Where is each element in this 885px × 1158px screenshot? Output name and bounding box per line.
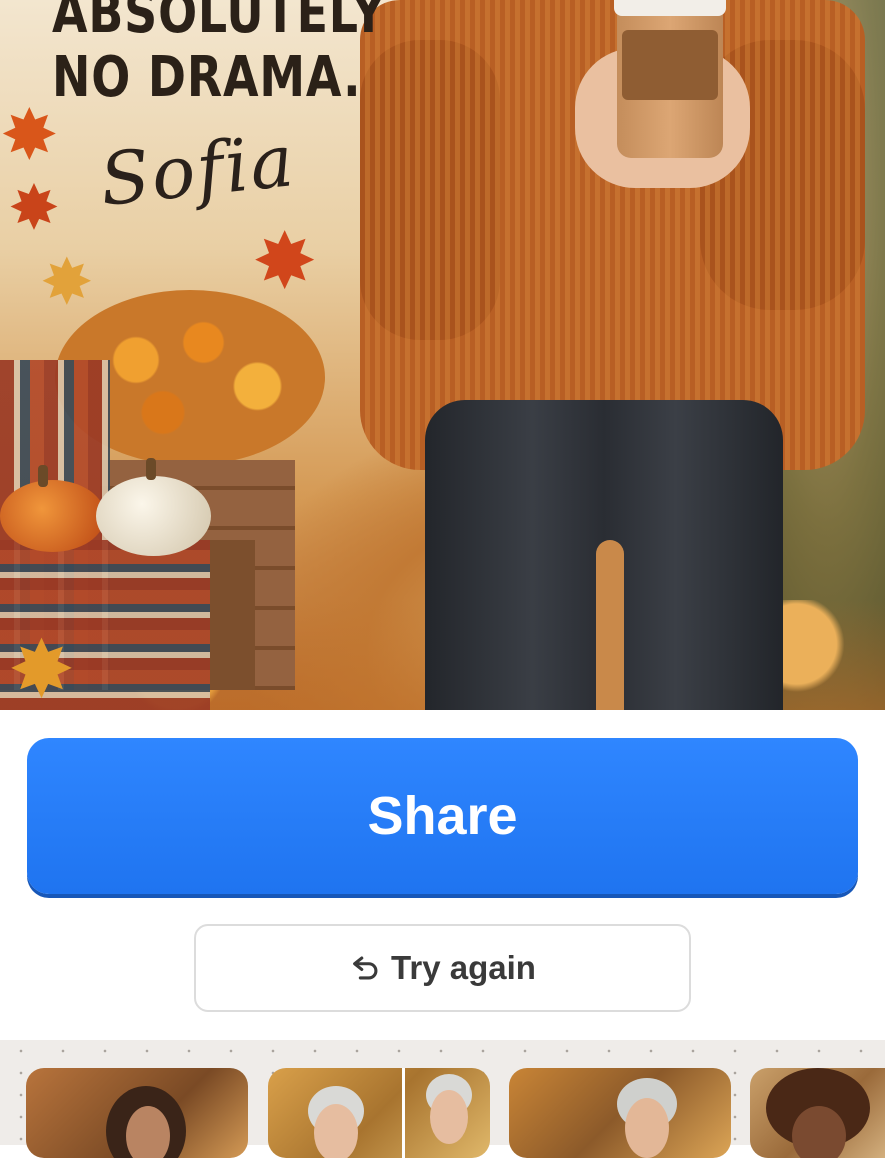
jeans-leg-gap — [596, 540, 624, 710]
share-button[interactable]: Share — [27, 738, 858, 894]
headline-line-1: ABSOLUTELY — [52, 0, 386, 46]
signature-text: Sofia — [96, 118, 300, 222]
maple-leaf-icon: ✸ — [252, 217, 318, 305]
undo-arrow-icon — [353, 956, 378, 980]
coffee-cup-sleeve — [622, 30, 718, 100]
pumpkin-stem — [146, 458, 156, 480]
maple-leaf-icon: ✸ — [40, 246, 94, 318]
coffee-cup-lid — [614, 0, 726, 16]
image-headline: ABSOLUTELY NO DRAMA. — [52, 0, 386, 110]
thumbnail-face — [314, 1104, 358, 1158]
thumbnail-face — [792, 1106, 846, 1158]
headline-line-2: NO DRAMA. — [52, 45, 362, 110]
thumbnail-face — [126, 1106, 170, 1158]
maple-leaf-icon: ✸ — [8, 625, 76, 710]
thumbnail-face — [625, 1098, 669, 1158]
pumpkin-stem — [38, 465, 48, 487]
thumbnail-face — [430, 1090, 468, 1144]
white-pumpkin — [96, 476, 211, 556]
try-again-button[interactable]: Try again — [194, 924, 691, 1012]
try-again-label: Try again — [391, 949, 536, 986]
maple-leaf-icon: ✸ — [0, 96, 59, 174]
maple-leaf-icon: ✸ — [8, 174, 60, 243]
orange-pumpkin — [0, 480, 105, 552]
result-image: ✸ ✸ ✸ ✸ ✸ ABSOLUTELY NO DRAMA. Sofia — [0, 0, 885, 710]
